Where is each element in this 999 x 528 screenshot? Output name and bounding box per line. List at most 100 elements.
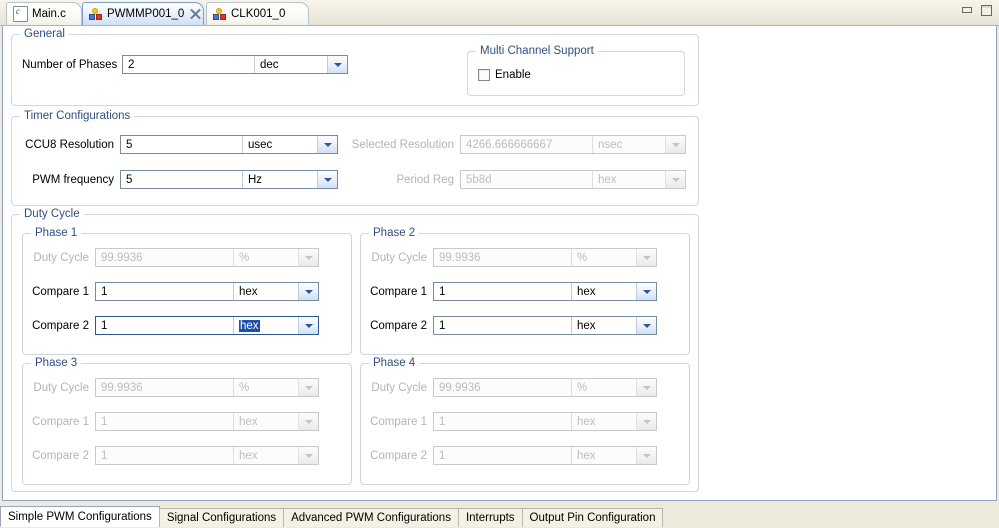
chevron-down-icon (298, 447, 318, 464)
number-of-phases-label: Number of Phases (22, 58, 118, 71)
bottom-tab-advanced-pwm-configurations[interactable]: Advanced PWM Configurations (283, 508, 459, 527)
selected-resolution-unit: nsec (592, 136, 665, 153)
chevron-down-icon[interactable] (636, 317, 656, 334)
phase-1-compare-1-combo[interactable]: 1 hex (95, 282, 319, 301)
configuration-canvas: General Number of Phases 2 dec Multi Cha… (2, 26, 997, 501)
phase-4-compare-2-value: 1 (439, 449, 446, 462)
phase-3-duty-cycle-combo: 99.9936 % (95, 378, 319, 397)
phase-3-compare-1-label: Compare 1 (32, 415, 89, 428)
pwm-frequency-unit: Hz (242, 171, 317, 188)
bottom-tab-label: Advanced PWM Configurations (291, 512, 451, 524)
bottom-tab-list: Simple PWM Configurations Signal Configu… (0, 506, 664, 527)
chevron-down-icon (665, 136, 685, 153)
ccu8-resolution-combo[interactable]: 5 usec (120, 135, 338, 154)
c-file-icon (13, 6, 28, 22)
chevron-down-icon (665, 171, 685, 188)
phase-3-compare-2-combo: 1 hex (95, 446, 319, 465)
phase-1-compare-2-unit-text: hex (239, 319, 260, 332)
phase-3-compare-1-combo: 1 hex (95, 412, 319, 431)
editor-tab-main-c[interactable]: Main.c (6, 2, 82, 25)
phase-2-compare-2-value[interactable]: 1 (434, 317, 571, 334)
selected-resolution-label: Selected Resolution (351, 138, 454, 151)
minimize-icon[interactable] (961, 5, 974, 17)
chevron-down-icon[interactable] (317, 136, 337, 153)
phase-1-legend: Phase 1 (31, 227, 82, 239)
chevron-down-icon (636, 447, 656, 464)
bottom-tab-signal-configurations[interactable]: Signal Configurations (158, 508, 285, 527)
phase-4-compare-1-label: Compare 1 (370, 415, 427, 428)
chevron-down-icon[interactable] (327, 56, 347, 73)
phase-2-compare-1-value[interactable]: 1 (434, 283, 571, 300)
editor-tab-bar: Main.c PWMMP001_0 CLK001_0 (0, 0, 999, 26)
bottom-tab-interrupts[interactable]: Interrupts (457, 508, 523, 527)
phase-1-compare-2-combo[interactable]: 1 hex (95, 316, 319, 335)
bottom-tab-output-pin-configuration[interactable]: Output Pin Configuration (521, 508, 664, 527)
editor-tab-pwmmp001-0[interactable]: PWMMP001_0 (82, 2, 204, 25)
chevron-down-icon[interactable] (317, 171, 337, 188)
phase-2-legend: Phase 2 (369, 227, 420, 239)
phase-1-compare-1-value[interactable]: 1 (96, 283, 233, 300)
phase-3-duty-cycle-value: 99.9936 (101, 381, 143, 394)
phase-2-compare-2-unit: hex (571, 317, 636, 334)
chevron-down-icon (298, 413, 318, 430)
phase-1-compare-1-unit: hex (233, 283, 298, 300)
phase-3-compare-2-value: 1 (101, 449, 108, 462)
editor-tab-label: Main.c (32, 8, 66, 20)
multi-channel-enable-row[interactable]: Enable (478, 69, 531, 81)
multi-channel-enable-label: Enable (495, 69, 531, 81)
chevron-down-icon[interactable] (298, 283, 318, 300)
phase-1-compare-2-unit: hex (233, 317, 298, 334)
duty-cycle-legend: Duty Cycle (20, 208, 84, 220)
chevron-down-icon (636, 413, 656, 430)
period-reg-label: Period Reg (396, 173, 454, 186)
phase-2-duty-cycle-combo: 99.9936 % (433, 248, 657, 267)
phase-3-compare-1-value: 1 (101, 415, 108, 428)
bottom-tab-simple-pwm-configurations[interactable]: Simple PWM Configurations (0, 506, 160, 527)
phase-4-compare-2-label: Compare 2 (370, 449, 427, 462)
maximize-icon[interactable] (980, 5, 993, 17)
chevron-down-icon (636, 249, 656, 266)
phase-2-compare-2-combo[interactable]: 1 hex (433, 316, 657, 335)
phase-4-legend: Phase 4 (369, 357, 420, 369)
pwm-configuration-window: Main.c PWMMP001_0 CLK001_0 General Numbe (0, 0, 999, 528)
phase-3-duty-cycle-label: Duty Cycle (33, 381, 89, 394)
bottom-tab-label: Interrupts (465, 512, 515, 524)
phase-1-duty-cycle-value: 99.9936 (101, 251, 143, 264)
period-reg-unit: hex (592, 171, 665, 188)
ccu8-resolution-label: CCU8 Resolution (25, 138, 114, 151)
ccu8-resolution-unit: usec (242, 136, 317, 153)
selected-resolution-value: 4266.666666667 (466, 138, 553, 151)
pwm-frequency-combo[interactable]: 5 Hz (120, 170, 338, 189)
pwm-frequency-value[interactable]: 5 (121, 171, 242, 188)
phase-1-duty-cycle-label: Duty Cycle (33, 251, 89, 264)
phase-1-compare-2-label: Compare 2 (32, 319, 89, 332)
editor-tab-label: CLK001_0 (231, 8, 286, 20)
period-reg-value: 5b8d (466, 173, 492, 186)
number-of-phases-value[interactable]: 2 (123, 56, 254, 73)
phase-2-compare-1-combo[interactable]: 1 hex (433, 282, 657, 301)
bottom-tab-label: Signal Configurations (166, 512, 277, 524)
ccu8-resolution-value[interactable]: 5 (121, 136, 242, 153)
phase-2-duty-cycle-label: Duty Cycle (371, 251, 427, 264)
phase-4-compare-2-unit: hex (571, 447, 636, 464)
period-reg-combo: 5b8d hex (460, 170, 686, 189)
phase-1-compare-2-value[interactable]: 1 (96, 317, 233, 334)
phase-4-compare-1-combo: 1 hex (433, 412, 657, 431)
chevron-down-icon[interactable] (298, 317, 318, 334)
phase-4-duty-cycle-label: Duty Cycle (371, 381, 427, 394)
duty-cycle-group: Duty Cycle Phase 1 Duty Cycle 99.9936 % … (11, 208, 699, 492)
chevron-down-icon[interactable] (636, 283, 656, 300)
phase-3-compare-1-unit: hex (233, 413, 298, 430)
phase-3-compare-2-label: Compare 2 (32, 449, 89, 462)
editor-tab-clk001-0[interactable]: CLK001_0 (206, 2, 309, 25)
window-controls (961, 5, 993, 17)
phase-4-group: Phase 4 Duty Cycle 99.9936 % Compare 1 1… (360, 357, 690, 485)
multi-channel-support-legend: Multi Channel Support (476, 45, 598, 57)
multi-channel-enable-checkbox[interactable] (478, 69, 490, 81)
phase-3-group: Phase 3 Duty Cycle 99.9936 % Compare 1 1… (22, 357, 352, 485)
close-icon[interactable] (190, 9, 201, 20)
chevron-down-icon (298, 249, 318, 266)
number-of-phases-combo[interactable]: 2 dec (122, 55, 348, 74)
phase-2-compare-1-label: Compare 1 (370, 285, 427, 298)
phase-2-duty-cycle-value: 99.9936 (439, 251, 481, 264)
